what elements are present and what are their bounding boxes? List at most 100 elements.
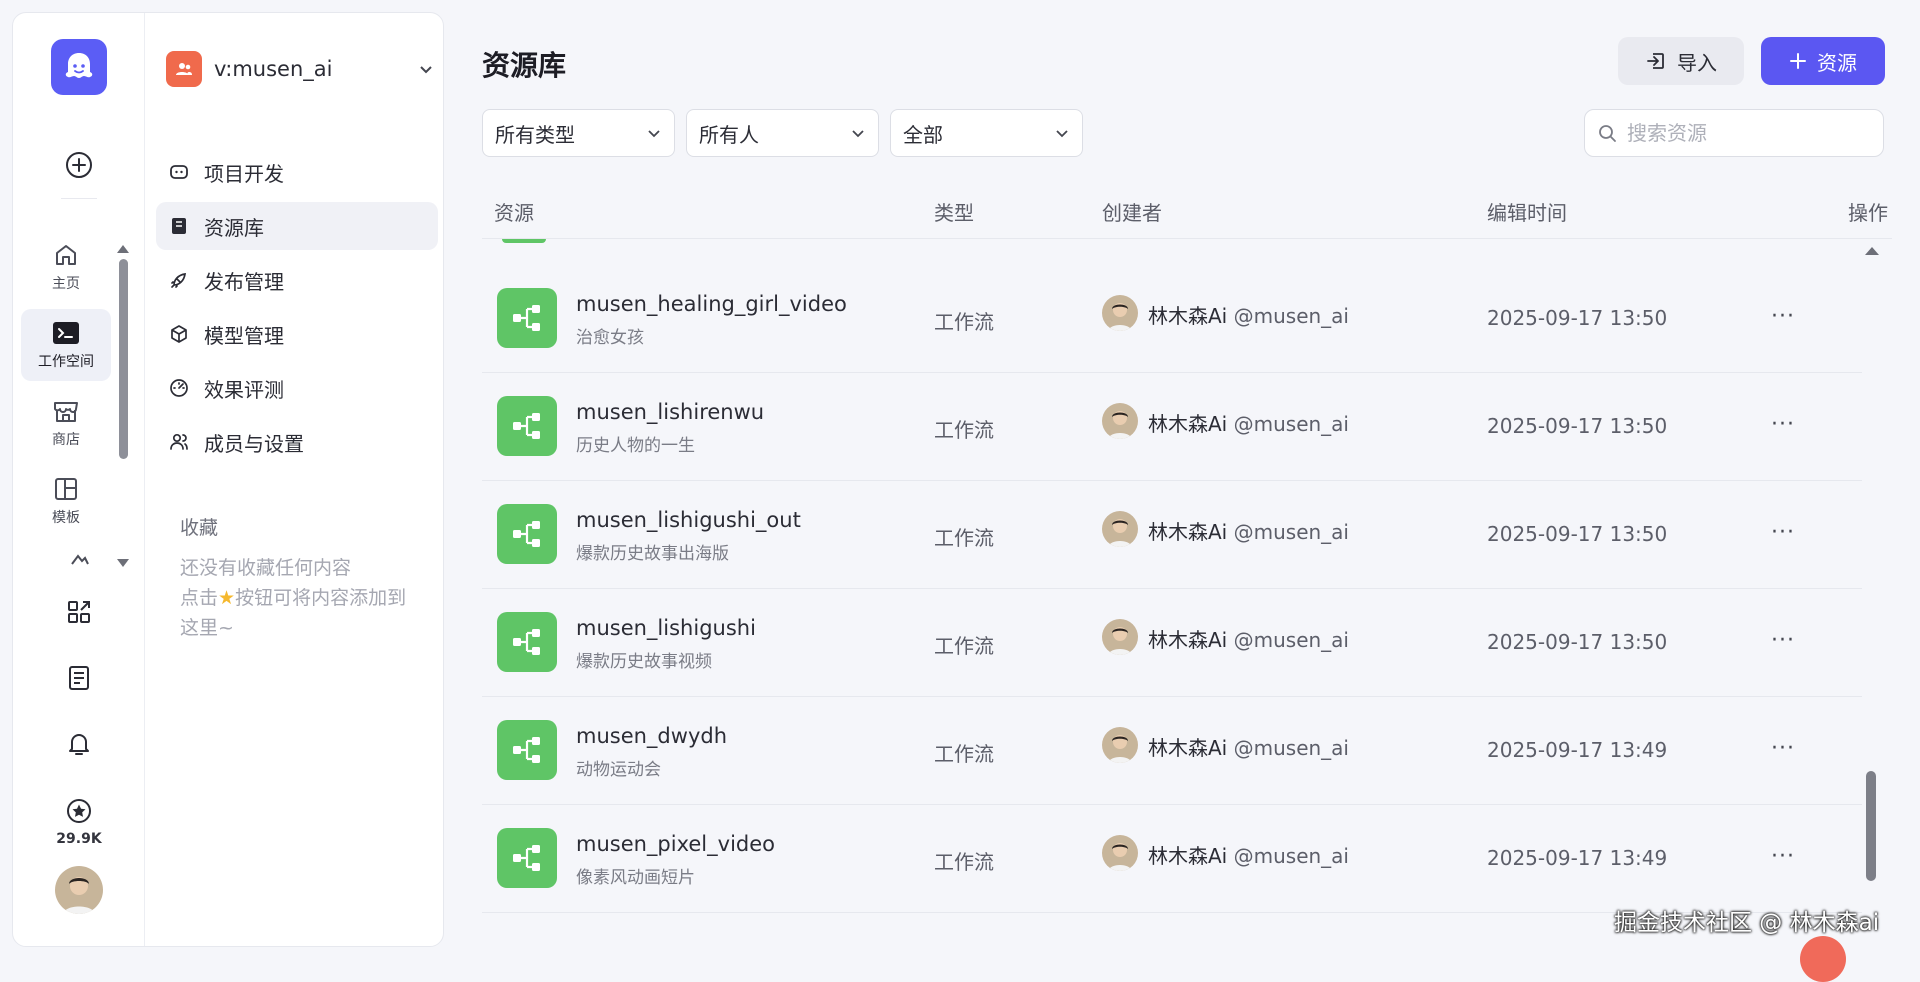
rail-item-store[interactable]: 商店 [21,387,111,459]
resource-description: 像素风动画短片 [576,868,695,888]
github-star-button[interactable] [55,787,103,835]
nav-item-library[interactable]: 资源库 [156,202,438,250]
star-count: 29.9K [56,831,102,847]
column-header-resource: 资源 [494,201,534,225]
apps-grid-icon [68,601,90,623]
creator-handle: @musen_ai [1233,628,1349,652]
import-button[interactable]: 导入 [1618,37,1744,85]
nav-label-library: 资源库 [204,215,264,240]
partial-rail-icon [69,551,91,570]
create-button[interactable] [55,141,103,189]
scroll-up-arrow-icon[interactable] [117,245,129,253]
docs-button[interactable] [55,654,103,702]
owner-filter-value: 所有人 [699,122,759,147]
plus-circle-icon [66,152,92,178]
resource-name[interactable]: musen_lishigushi_out [576,508,801,532]
creator-avatar [1102,619,1138,655]
project-icon [170,165,188,179]
mascot-icon[interactable] [1800,936,1846,982]
resource-name[interactable]: musen_lishigushi [576,616,756,640]
table-scroll-thumb[interactable] [1866,771,1876,881]
notifications-button[interactable] [55,720,103,768]
resource-name[interactable]: musen_dwydh [576,724,727,748]
app-logo[interactable] [51,39,107,95]
status-filter-value: 全部 [903,122,943,147]
bell-icon [69,734,89,755]
more-actions-button[interactable]: ··· [1765,730,1801,766]
favorites-empty-text: 还没有收藏任何内容 点击★按钮可将内容添加到 这里~ [180,553,440,643]
more-actions-button[interactable]: ··· [1765,622,1801,658]
home-icon [56,245,76,265]
workspace-name: v:musen_ai [214,57,333,81]
type-filter-select[interactable]: 所有类型 [482,109,675,157]
more-actions-button[interactable]: ··· [1765,406,1801,442]
workflow-icon [497,720,557,780]
edit-time: 2025-09-17 13:50 [1487,522,1668,546]
resource-name[interactable]: musen_pixel_video [576,832,775,856]
rail-item-template[interactable]: 模板 [21,465,111,537]
table-row[interactable]: musen_lishigushi_out 爆款历史故事出海版 工作流 林木森Ai… [482,481,1862,589]
rail-scroll-thumb[interactable] [119,259,128,459]
more-actions-button[interactable]: ··· [1765,838,1801,874]
table-row[interactable]: musen_lishirenwu 历史人物的一生 工作流 林木森Ai @muse… [482,373,1862,481]
search-box[interactable] [1584,109,1884,157]
table-scrollbar[interactable] [1864,247,1879,887]
table-row[interactable]: musen_lishigushi 爆款历史故事视频 工作流 林木森Ai @mus… [482,589,1862,697]
type-filter-value: 所有类型 [495,122,575,147]
resource-description: 动物运动会 [576,760,661,780]
resource-name[interactable]: musen_healing_girl_video [576,292,847,316]
model-icon [171,325,187,343]
table-row[interactable]: musen_pixel_video 像素风动画短片 工作流 林木森Ai @mus… [482,805,1862,913]
import-label: 导入 [1677,50,1717,75]
add-resource-button[interactable]: 资源 [1761,37,1885,85]
nav-item-publish[interactable]: 发布管理 [156,256,438,304]
creator-avatar [1102,403,1138,439]
resource-name[interactable]: musen_lishirenwu [576,400,764,424]
rail-item-workspace[interactable]: 工作空间 [21,309,111,381]
more-actions-button[interactable]: ··· [1765,514,1801,550]
scroll-up-arrow-icon[interactable] [1865,247,1879,255]
nav-item-evaluation[interactable]: 效果评测 [156,364,438,412]
creator-name: 林木森Ai [1148,736,1228,760]
search-input[interactable] [1627,121,1867,145]
plus-icon [1790,53,1806,69]
status-filter-select[interactable]: 全部 [890,109,1083,157]
rail-item-home[interactable]: 主页 [21,231,111,303]
rail-scrollbar[interactable] [117,245,129,567]
table-row[interactable]: musen_dwydh 动物运动会 工作流 林木森Ai @musen_ai 20… [482,697,1862,805]
resource-type: 工作流 [934,418,994,442]
creator-handle: @musen_ai [1233,520,1349,544]
chevron-down-icon [420,66,432,74]
store-icon [54,402,78,422]
rail-label-workspace: 工作空间 [38,354,94,370]
library-icon [172,218,186,234]
workflow-icon [497,504,557,564]
edit-time: 2025-09-17 13:49 [1487,738,1668,762]
apps-button[interactable] [55,588,103,636]
workflow-icon [497,828,557,888]
nav-item-projects[interactable]: 项目开发 [156,148,438,196]
scroll-down-arrow-icon[interactable] [117,559,129,567]
creator-name: 林木森Ai [1148,412,1228,436]
nav-label-models: 模型管理 [204,323,284,348]
user-avatar[interactable] [55,866,103,914]
members-icon [170,433,188,450]
creator-handle: @musen_ai [1233,844,1349,868]
workspace-switcher[interactable]: v:musen_ai [166,49,434,89]
nav-label-projects: 项目开发 [204,161,284,186]
avatar-portrait-icon [55,866,103,914]
edit-time: 2025-09-17 13:50 [1487,306,1668,330]
table-body: musen_healing_girl_video 治愈女孩 工作流 林木森Ai … [482,239,1904,919]
rail-label-home: 主页 [52,276,80,292]
table-row[interactable]: musen_healing_girl_video 治愈女孩 工作流 林木森Ai … [482,265,1862,373]
workflow-icon [497,288,557,348]
rocket-icon [171,272,187,288]
more-actions-button[interactable]: ··· [1765,298,1801,334]
rail-label-template: 模板 [52,510,80,526]
workflow-icon [497,612,557,672]
nav-item-models[interactable]: 模型管理 [156,310,438,358]
workspace-badge [166,51,202,87]
nav-item-members[interactable]: 成员与设置 [156,418,438,466]
owner-filter-select[interactable]: 所有人 [686,109,879,157]
creator-name: 林木森Ai [1148,520,1228,544]
